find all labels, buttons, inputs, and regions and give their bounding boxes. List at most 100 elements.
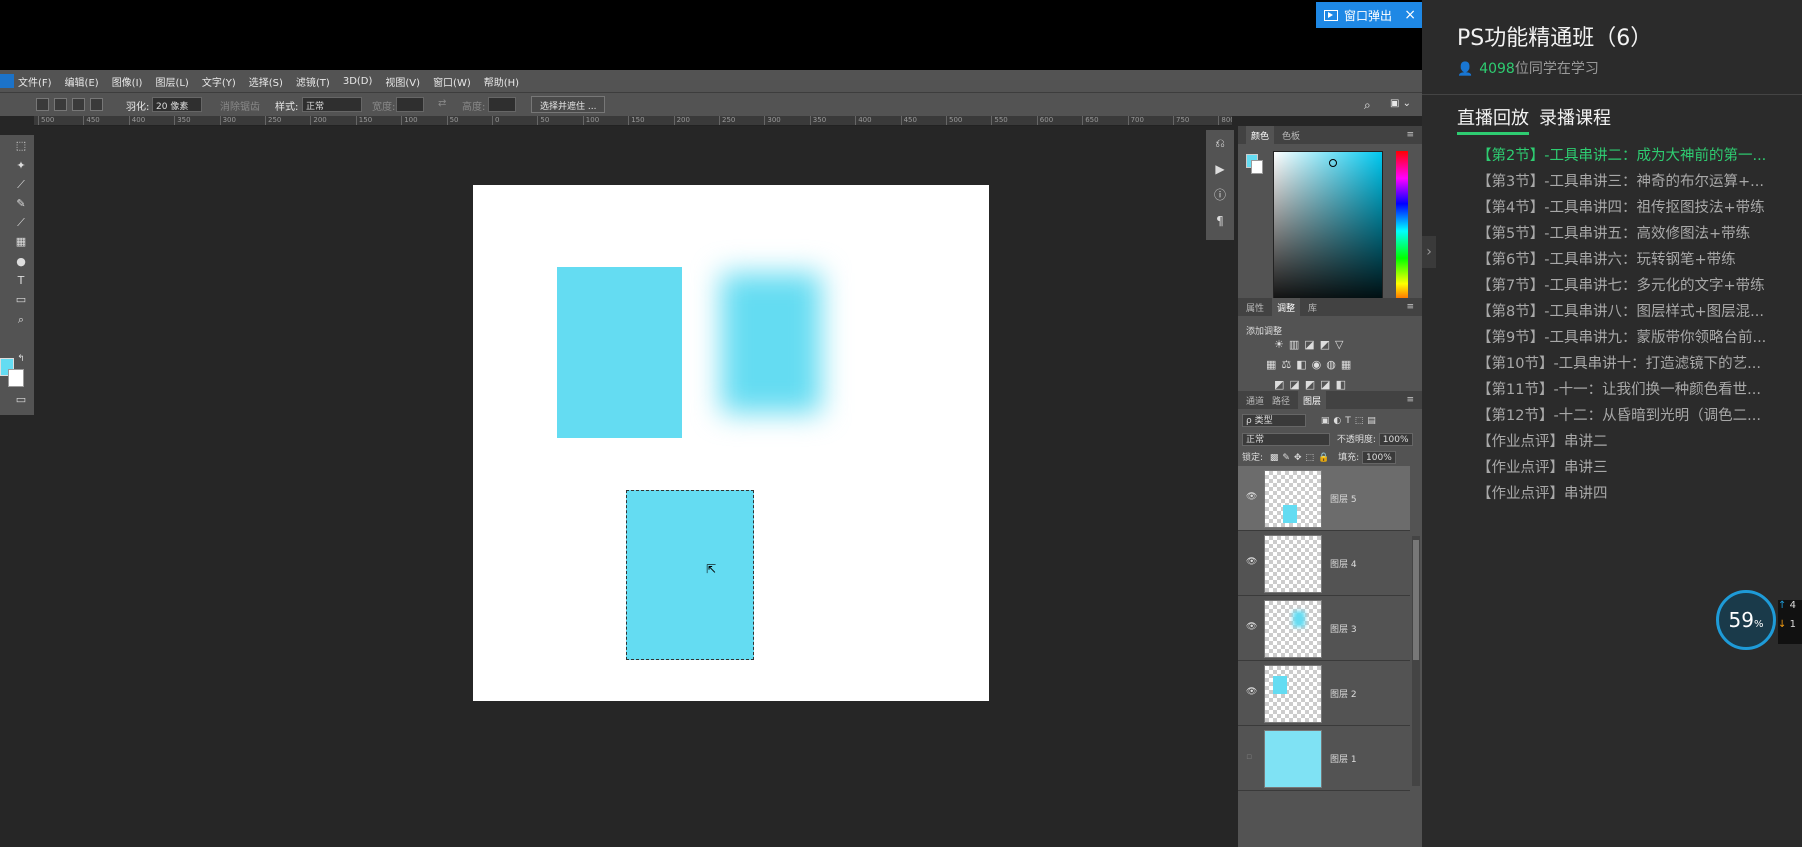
width-input[interactable] — [396, 97, 424, 112]
tab-channels[interactable]: 通道 — [1246, 394, 1264, 407]
new-selection-icon[interactable] — [36, 98, 49, 111]
type-tool-icon[interactable]: T — [14, 274, 28, 288]
intersect-selection-icon[interactable] — [90, 98, 103, 111]
lesson-item[interactable]: 【第8节】-工具串讲八：图层样式+图层混... — [1477, 300, 1764, 321]
screen-mode-icon[interactable]: ▭ — [14, 393, 28, 407]
menu-type[interactable]: 文字(Y) — [202, 74, 236, 89]
ruler-tick: 550 — [991, 116, 1008, 125]
tab-adjustments[interactable]: 调整 — [1272, 297, 1301, 317]
menu-layer[interactable]: 图层(L) — [155, 74, 188, 89]
dodge-icon[interactable]: ● — [14, 255, 28, 269]
info-icon[interactable]: ⓘ — [1206, 182, 1234, 208]
menu-edit[interactable]: 编辑(E) — [65, 74, 99, 89]
lesson-item[interactable]: 【作业点评】串讲四 — [1477, 482, 1608, 503]
close-icon[interactable]: × — [1404, 7, 1416, 23]
layers-scrollbar[interactable] — [1412, 536, 1420, 786]
lesson-item[interactable]: 【第10节】-工具串讲十：打造滤镜下的艺... — [1477, 352, 1761, 373]
lesson-item[interactable]: 【作业点评】串讲二 — [1477, 430, 1608, 451]
lesson-item[interactable]: 【第4节】-工具串讲四：祖传抠图技法+带练 — [1477, 196, 1765, 217]
layer-row[interactable]: 👁 图层 4 — [1238, 531, 1410, 596]
fill-input[interactable]: 100% — [1362, 451, 1396, 464]
visibility-eye-icon[interactable]: 👁 — [1246, 557, 1257, 567]
stamp-icon[interactable]: ⟋ — [14, 216, 28, 230]
menu-select[interactable]: 选择(S) — [249, 74, 283, 89]
lock-icons[interactable]: ▩✎✥⬚🔒 — [1270, 453, 1333, 463]
lesson-item[interactable]: 【第6节】-工具串讲六：玩转钢笔+带练 — [1477, 248, 1736, 269]
workspace-icon[interactable]: ▣ ⌄ — [1390, 98, 1411, 109]
add-selection-icon[interactable] — [54, 98, 67, 111]
zoom-icon[interactable]: ⌕ — [14, 313, 28, 327]
opacity-input[interactable]: 100% — [1378, 433, 1413, 446]
panel-menu-icon[interactable]: ≡ — [1406, 302, 1414, 312]
background-color-swatch[interactable] — [8, 369, 24, 387]
menu-image[interactable]: 图像(I) — [112, 74, 143, 89]
lesson-item[interactable]: 【第7节】-工具串讲七：多元化的文字+带练 — [1477, 274, 1765, 295]
magic-wand-icon[interactable]: ✦ — [14, 159, 28, 173]
visibility-eye-icon[interactable]: 👁 — [1246, 622, 1257, 632]
tab-live-replay[interactable]: 直播回放 — [1457, 108, 1529, 129]
chevron-right-icon[interactable]: › — [1422, 236, 1436, 268]
antialias-checkbox[interactable]: 消除锯齿 — [220, 98, 260, 113]
lesson-item[interactable]: 【第9节】-工具串讲九：蒙版带你领略台前... — [1477, 326, 1766, 347]
panel-menu-icon[interactable]: ≡ — [1406, 130, 1414, 140]
panel-background-swatch[interactable] — [1251, 160, 1263, 174]
actions-play-icon[interactable]: ▶ — [1206, 156, 1234, 182]
select-and-mask-button[interactable]: 选择并遮住 ... — [531, 96, 606, 113]
feather-input[interactable]: 20 像素 — [152, 97, 202, 112]
document-canvas[interactable]: ⇱ — [473, 185, 989, 701]
adjustment-icons-row-2[interactable]: ▦⚖◧◉◍▦ — [1266, 358, 1356, 371]
layer-filter-select[interactable]: ρ 类型 — [1242, 414, 1306, 427]
subtract-selection-icon[interactable] — [72, 98, 85, 111]
tab-paths[interactable]: 路径 — [1272, 394, 1290, 407]
search-icon[interactable]: ⌕ — [1364, 98, 1371, 113]
paragraph-icon[interactable]: ¶ — [1206, 208, 1234, 234]
tab-recorded[interactable]: 录播课程 — [1539, 108, 1611, 129]
eyedropper-icon[interactable]: ⟋ — [14, 178, 28, 192]
lesson-item[interactable]: 【第3节】-工具串讲三：神奇的布尔运算+... — [1477, 170, 1764, 191]
menu-help[interactable]: 帮助(H) — [484, 74, 519, 89]
visibility-eye-icon[interactable]: 👁 — [1246, 492, 1257, 502]
layer-row[interactable]: ▫ 图层 1 — [1238, 726, 1410, 791]
adjustment-icons-row-1[interactable]: ☀▥◪◩▽ — [1274, 338, 1349, 351]
menu-file[interactable]: 文件(F) — [18, 74, 52, 89]
color-field[interactable] — [1273, 151, 1383, 311]
adjustment-icons-row-3[interactable]: ◩◪◩◪◧ — [1274, 378, 1351, 391]
gradient-icon[interactable]: ▦ — [14, 235, 28, 249]
hue-slider[interactable] — [1396, 151, 1408, 311]
marquee-tool-icon[interactable]: ⬚ — [14, 139, 28, 153]
menu-3d[interactable]: 3D(D) — [343, 76, 373, 87]
menu-filter[interactable]: 滤镜(T) — [296, 74, 330, 89]
history-icon[interactable]: ⎌ — [1206, 130, 1234, 156]
lesson-item[interactable]: 【第12节】-十二：从昏暗到光明（调色二... — [1477, 404, 1761, 425]
swap-colors-icon[interactable]: ↰ — [14, 352, 28, 366]
shape-tool-icon[interactable]: ▭ — [14, 293, 28, 307]
visibility-eye-icon[interactable]: ▫ — [1246, 752, 1252, 762]
tab-properties[interactable]: 属性 — [1246, 301, 1264, 314]
color-picker-handle[interactable] — [1329, 159, 1337, 167]
panel-menu-icon[interactable]: ≡ — [1406, 395, 1414, 405]
lesson-item[interactable]: 【第2节】-工具串讲二：成为大神前的第一... — [1477, 144, 1766, 165]
layer-name: 图层 4 — [1330, 560, 1357, 570]
layer-filter-icons[interactable]: ▣◐T⬚▤ — [1321, 416, 1380, 426]
blend-mode-select[interactable]: 正常 — [1242, 433, 1330, 446]
tab-layers[interactable]: 图层 — [1298, 390, 1327, 410]
style-select[interactable]: 正常 — [302, 97, 362, 112]
height-input[interactable] — [488, 97, 516, 112]
lesson-item[interactable]: 【第11节】-十一：让我们换一种颜色看世... — [1477, 378, 1761, 399]
layer-row[interactable]: 👁 图层 3 — [1238, 596, 1410, 661]
lesson-item[interactable]: 【第5节】-工具串讲五：高效修图法+带练 — [1477, 222, 1750, 243]
tab-libraries[interactable]: 库 — [1308, 301, 1317, 314]
shape-rect-selected[interactable] — [626, 490, 754, 660]
popout-window-button[interactable]: 窗口弹出 × — [1316, 2, 1422, 28]
layer-row[interactable]: 👁 图层 5 — [1238, 466, 1410, 531]
menu-window[interactable]: 窗口(W) — [433, 74, 471, 89]
tab-swatches[interactable]: 色板 — [1282, 129, 1300, 142]
layer-row[interactable]: 👁 图层 2 — [1238, 661, 1410, 726]
swap-icon[interactable]: ⇄ — [438, 98, 446, 109]
brush-icon[interactable]: ✎ — [14, 197, 28, 211]
tab-color[interactable]: 颜色 — [1246, 125, 1275, 145]
menu-view[interactable]: 视图(V) — [385, 74, 420, 89]
ruler-tick: 0 — [492, 116, 499, 125]
visibility-eye-icon[interactable]: 👁 — [1246, 687, 1257, 697]
lesson-item[interactable]: 【作业点评】串讲三 — [1477, 456, 1608, 477]
